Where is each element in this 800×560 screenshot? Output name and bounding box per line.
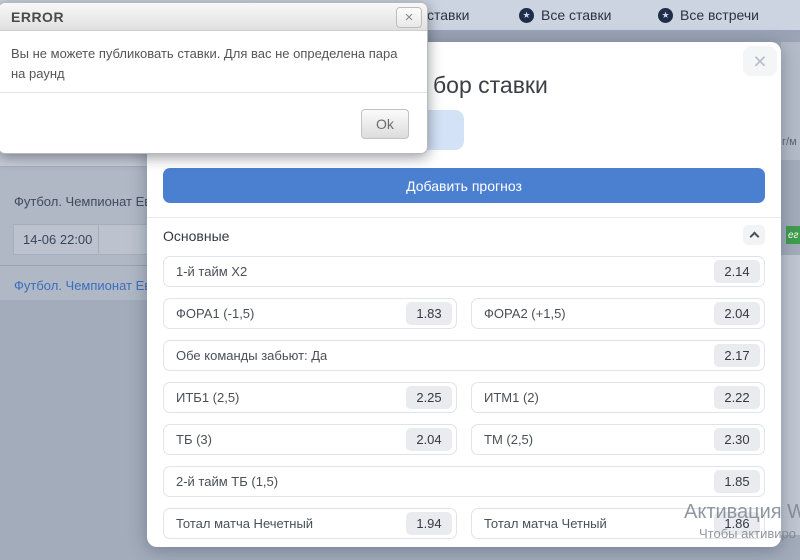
- green-badge-fragment[interactable]: ег: [786, 226, 800, 244]
- bet-row: 1-й тайм X2 2.14: [163, 256, 765, 287]
- bet-option[interactable]: Обе команды забьют: Да 2.17: [163, 340, 765, 371]
- bet-option[interactable]: Тотал матча Нечетный 1.94: [163, 508, 457, 539]
- bet-label: ФОРА2 (+1,5): [484, 306, 566, 321]
- bet-option[interactable]: ФОРА1 (-1,5) 1.83: [163, 298, 457, 329]
- bet-option[interactable]: ТБ (3) 2.04: [163, 424, 457, 455]
- league-title: Футбол. Чемпионат Евр: [14, 194, 147, 209]
- bet-odd-badge[interactable]: 1.85: [714, 470, 760, 493]
- section-title: Основные: [163, 228, 229, 244]
- bet-odd-badge[interactable]: 1.94: [406, 512, 452, 535]
- nav-label: ставки: [427, 7, 469, 23]
- bet-option[interactable]: ИТМ1 (2) 2.22: [471, 382, 765, 413]
- bet-odd-badge[interactable]: 2.14: [714, 260, 760, 283]
- error-dialog-title: ERROR: [11, 9, 64, 25]
- collapse-section-button[interactable]: [743, 225, 765, 245]
- bet-label: ИТМ1 (2): [484, 390, 539, 405]
- app-window: ставки ★ Все ставки ★ Все встречи Футбол…: [0, 0, 800, 560]
- bet-row: Тотал матча Нечетный 1.94 Тотал матча Че…: [163, 508, 765, 539]
- bet-odd-badge[interactable]: 2.04: [714, 302, 760, 325]
- bet-option[interactable]: 2-й тайм ТБ (1,5) 1.85: [163, 466, 765, 497]
- bet-label: 1-й тайм X2: [176, 264, 247, 279]
- divider: [0, 265, 147, 266]
- bet-label: ИТБ1 (2,5): [176, 390, 239, 405]
- nav-item-all-matches[interactable]: ★ Все встречи: [658, 0, 759, 30]
- close-icon[interactable]: ×: [396, 7, 422, 28]
- bet-options-list: 1-й тайм X2 2.14 ФОРА1 (-1,5) 1.83 ФОРА2…: [163, 256, 765, 550]
- add-forecast-button[interactable]: Добавить прогноз: [163, 168, 765, 203]
- bet-odd-badge[interactable]: 2.22: [714, 386, 760, 409]
- bet-label: Обе команды забьют: Да: [176, 348, 327, 363]
- bet-row: ТБ (3) 2.04 ТМ (2,5) 2.30: [163, 424, 765, 455]
- bet-option[interactable]: ИТБ1 (2,5) 2.25: [163, 382, 457, 413]
- divider: [147, 217, 781, 218]
- bet-row: ФОРА1 (-1,5) 1.83 ФОРА2 (+1,5) 2.04: [163, 298, 765, 329]
- nav-item-all-bets[interactable]: ★ Все ставки: [519, 0, 611, 30]
- close-icon[interactable]: ×: [743, 46, 777, 76]
- match-datetime: 14-06 22:00: [14, 225, 147, 247]
- bet-option[interactable]: ФОРА2 (+1,5) 2.04: [471, 298, 765, 329]
- bet-odd-badge[interactable]: 2.30: [714, 428, 760, 451]
- bet-row: Обе команды забьют: Да 2.17: [163, 340, 765, 371]
- bet-odd-badge[interactable]: 2.17: [714, 344, 760, 367]
- bet-odd-badge[interactable]: 1.86: [714, 512, 760, 535]
- bet-row: ИТБ1 (2,5) 2.25 ИТМ1 (2) 2.22: [163, 382, 765, 413]
- error-message: Вы не можете публиковать ставки. Для вас…: [0, 31, 427, 93]
- background-panel: [781, 255, 800, 535]
- error-dialog: ERROR × Вы не можете публиковать ставки.…: [0, 2, 428, 154]
- bet-odd-badge[interactable]: 1.83: [406, 302, 452, 325]
- bet-label: Тотал матча Четный: [484, 516, 607, 531]
- bet-odd-badge[interactable]: 2.04: [406, 428, 452, 451]
- bet-option[interactable]: 1-й тайм X2 2.14: [163, 256, 765, 287]
- star-circle-icon: ★: [658, 8, 673, 23]
- bet-label: ФОРА1 (-1,5): [176, 306, 254, 321]
- nav-label: Все встречи: [680, 7, 759, 23]
- bet-label: ТМ (2,5): [484, 432, 533, 447]
- ok-button[interactable]: Ok: [361, 109, 409, 139]
- bet-label: Тотал матча Нечетный: [176, 516, 313, 531]
- match-datetime-cell: 14-06 22:00: [13, 224, 147, 255]
- bet-option[interactable]: Тотал матча Четный 1.86: [471, 508, 765, 539]
- star-circle-icon: ★: [519, 8, 534, 23]
- chevron-up-icon: [749, 232, 759, 242]
- bet-row: 2-й тайм ТБ (1,5) 1.85: [163, 466, 765, 497]
- bet-option[interactable]: ТМ (2,5) 2.30: [471, 424, 765, 455]
- league-link[interactable]: Футбол. Чемпионат Евр: [14, 278, 147, 293]
- background-text-fragment: г/м: [782, 136, 797, 148]
- bet-label: 2-й тайм ТБ (1,5): [176, 474, 278, 489]
- bet-label: ТБ (3): [176, 432, 212, 447]
- nav-item-bets-partial[interactable]: ставки: [427, 0, 469, 30]
- nav-label: Все ставки: [541, 7, 611, 23]
- bet-odd-badge[interactable]: 2.25: [406, 386, 452, 409]
- error-dialog-titlebar: ERROR: [0, 3, 427, 31]
- modal-title: бор ставки: [433, 72, 548, 99]
